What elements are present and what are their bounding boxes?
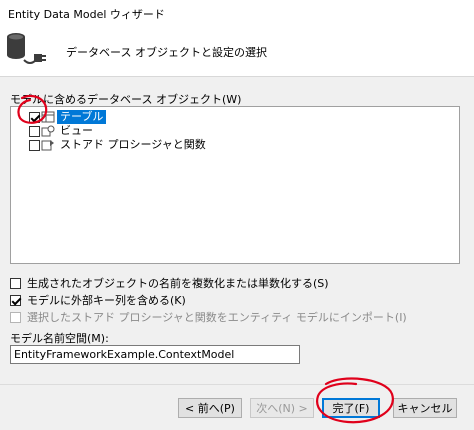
- views-checkbox[interactable]: [29, 125, 40, 137]
- foreign-keys-option[interactable]: モデルに外部キー列を含める(K): [10, 292, 186, 308]
- page-heading: データベース オブジェクトと設定の選択: [66, 46, 267, 59]
- stored-procedures-checkbox[interactable]: [29, 139, 40, 151]
- pluralize-option[interactable]: 生成されたオブジェクトの名前を複数化または単数化する(S): [10, 275, 329, 291]
- import-procs-option: 選択したストアド プロシージャと関数をエンティティ モデルにインポート(I): [10, 309, 407, 325]
- stored-procedure-icon: [41, 140, 54, 151]
- objects-label: モデルに含めるデータベース オブジェクト(W): [10, 93, 242, 106]
- tree-item-label: ビュー: [60, 124, 93, 137]
- view-icon: [41, 125, 55, 137]
- foreign-keys-checkbox[interactable]: [10, 294, 21, 306]
- objects-tree[interactable]: テーブル ビュー ストアド プロシージャと関数: [10, 106, 460, 264]
- footer-divider: [0, 384, 474, 385]
- namespace-input[interactable]: [10, 345, 300, 364]
- pluralize-label: 生成されたオブジェクトの名前を複数化または単数化する(S): [27, 277, 329, 290]
- database-connection-icon: [7, 33, 46, 64]
- wizard-header: データベース オブジェクトと設定の選択: [0, 26, 474, 77]
- tree-item-label: テーブル: [57, 110, 107, 124]
- namespace-label: モデル名前空間(M):: [10, 332, 109, 345]
- tree-item-stored-procedures[interactable]: ストアド プロシージャと関数: [29, 138, 209, 152]
- import-procs-label: 選択したストアド プロシージャと関数をエンティティ モデルにインポート(I): [27, 311, 407, 324]
- window-title: Entity Data Model ウィザード: [8, 8, 165, 21]
- prev-button[interactable]: < 前へ(P): [178, 398, 242, 418]
- tree-item-views[interactable]: ビュー: [29, 124, 96, 138]
- tree-item-label: ストアド プロシージャと関数: [60, 138, 206, 151]
- next-button[interactable]: 次へ(N) >: [250, 398, 314, 418]
- tree-item-tables[interactable]: テーブル: [29, 110, 107, 124]
- cancel-button[interactable]: キャンセル: [393, 398, 457, 418]
- tables-checkbox[interactable]: [29, 111, 40, 123]
- pluralize-checkbox[interactable]: [10, 277, 21, 289]
- finish-button[interactable]: 完了(F): [322, 398, 380, 418]
- table-icon: [41, 111, 55, 123]
- import-procs-checkbox: [10, 311, 21, 323]
- title-bar: Entity Data Model ウィザード: [0, 0, 474, 26]
- foreign-keys-label: モデルに外部キー列を含める(K): [27, 294, 186, 307]
